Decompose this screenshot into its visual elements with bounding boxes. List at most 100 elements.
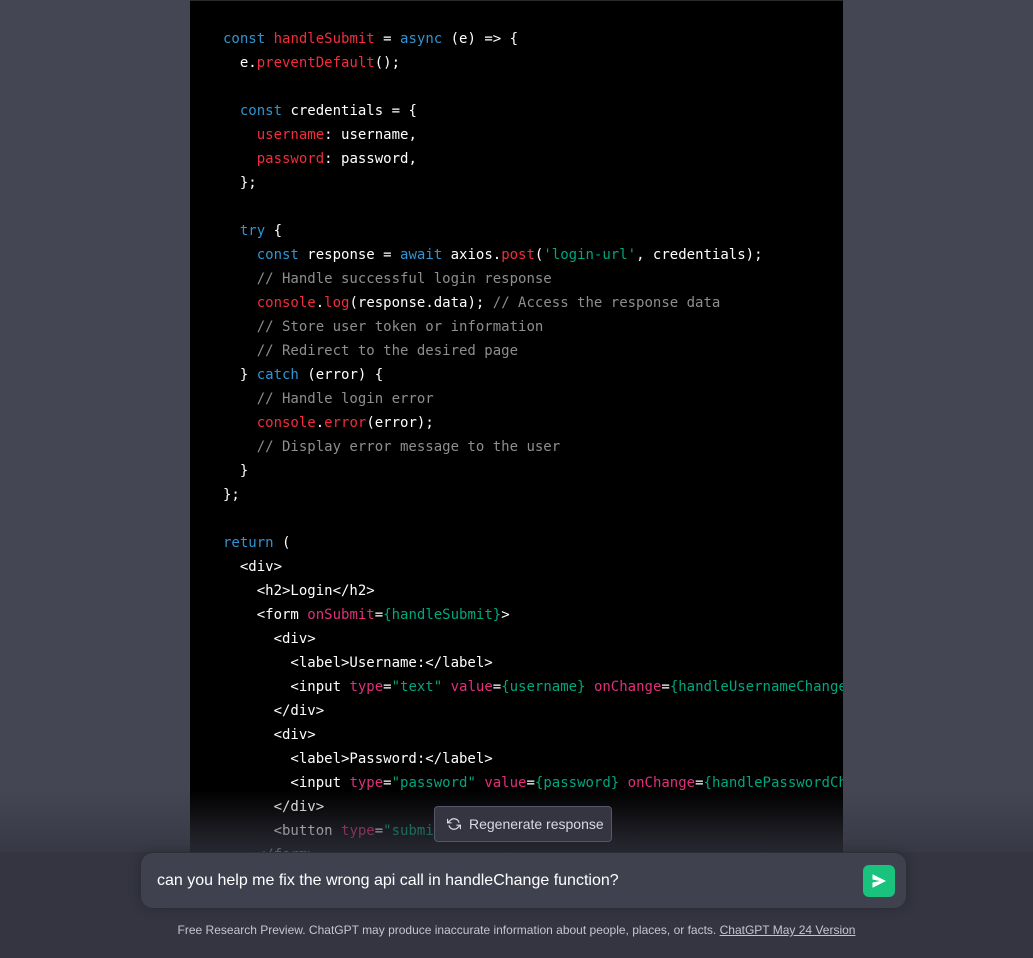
version-link[interactable]: ChatGPT May 24 Version (720, 923, 856, 937)
code-token: onChange (593, 679, 662, 695)
code-token: handleSubmit (273, 31, 375, 47)
code-token: onSubmit (307, 607, 375, 623)
code-token: username (256, 127, 325, 143)
code-token: // Store user token or information (256, 319, 544, 335)
code-token: type (341, 823, 375, 839)
code-line: <label>Username:</label> (223, 651, 843, 675)
code-line: try { (223, 219, 843, 243)
code-token: axios. (442, 247, 502, 263)
code-line: }; (223, 171, 843, 195)
code-token: value (484, 775, 527, 791)
code-token: log (324, 295, 350, 311)
code-line: // Redirect to the desired page (223, 339, 843, 363)
code-token: // Access the response data (492, 295, 721, 311)
code-token: {handlePasswordCh (703, 775, 843, 791)
send-icon (872, 874, 886, 888)
code-line: </div> (223, 699, 843, 723)
code-token: . (315, 295, 325, 311)
code-token: value (450, 679, 493, 695)
code-token: = (661, 679, 670, 695)
code-token: <div> (223, 631, 316, 647)
code-token: const (239, 103, 283, 119)
send-button[interactable] (863, 865, 895, 897)
code-token: <form (223, 607, 308, 623)
code-line: } catch (error) { (223, 363, 843, 387)
code-token: type (349, 679, 384, 695)
code-token: } (223, 463, 249, 479)
code-token: try (239, 223, 266, 239)
code-token: = (383, 679, 392, 695)
code-token: = (383, 775, 392, 791)
code-line: } (223, 459, 843, 483)
code-token: {handleUsernameChange (669, 679, 843, 695)
code-token: // Handle login error (256, 391, 434, 407)
code-line: // Store user token or information (223, 315, 843, 339)
code-line: return ( (223, 531, 843, 555)
code-token: console (256, 295, 316, 311)
code-token: { (265, 223, 283, 239)
code-line: // Handle login error (223, 387, 843, 411)
code-token: } (223, 367, 257, 383)
code-token: const (256, 247, 299, 263)
code-token: (error); (366, 415, 434, 431)
code-line: // Display error message to the user (223, 435, 843, 459)
code-token: : password, (324, 151, 417, 167)
code-token: , credentials); (636, 247, 763, 263)
code-line: }; (223, 483, 843, 507)
code-token: catch (256, 367, 299, 383)
code-token: (response.data); (349, 295, 493, 311)
code-token: <div> (223, 727, 316, 743)
code-token: credentials = { (282, 103, 417, 119)
code-token: = (526, 775, 535, 791)
code-line: const response = await axios.post('login… (223, 243, 843, 267)
code-line: password: password, (223, 147, 843, 171)
code-line: <div> (223, 555, 843, 579)
code-token: const (223, 31, 266, 47)
code-token: 'login-url' (543, 247, 637, 263)
code-token: "text" (391, 679, 443, 695)
code-token: onChange (627, 775, 696, 791)
code-token: // Redirect to the desired page (256, 343, 519, 359)
regenerate-response-button[interactable]: Regenerate response (434, 806, 612, 842)
code-token: </div> (223, 703, 325, 719)
code-content: const handleSubmit = async (e) => { e.pr… (223, 27, 843, 853)
code-token: ( (273, 535, 291, 551)
code-token: }; (223, 487, 240, 503)
code-token: <input (223, 775, 350, 791)
code-line: console.error(error); (223, 411, 843, 435)
code-token: await (400, 247, 443, 263)
code-token: "submi (383, 823, 434, 839)
code-token: <label>Username:</label> (223, 655, 493, 671)
code-token: (error) { (298, 367, 384, 383)
code-line: <label>Password:</label> (223, 747, 843, 771)
code-token: (); (374, 55, 401, 71)
code-line: const credentials = { (223, 99, 843, 123)
code-block: const handleSubmit = async (e) => { e.pr… (190, 0, 843, 853)
code-token: > (501, 607, 510, 623)
code-token: = (492, 679, 502, 695)
regenerate-label: Regenerate response (469, 816, 604, 832)
code-line: username: username, (223, 123, 843, 147)
code-token: = (374, 31, 401, 47)
code-token: async (400, 31, 443, 47)
code-line: <h2>Login</h2> (223, 579, 843, 603)
prompt-input[interactable]: can you help me fix the wrong api call i… (157, 871, 837, 891)
code-line: console.log(response.data); // Access th… (223, 291, 843, 315)
footer-disclaimer: Free Research Preview. ChatGPT may produ… (177, 923, 717, 937)
code-token: = (374, 607, 384, 623)
prompt-input-box[interactable]: can you help me fix the wrong api call i… (141, 853, 906, 908)
code-token: {handleSubmit} (383, 607, 502, 623)
